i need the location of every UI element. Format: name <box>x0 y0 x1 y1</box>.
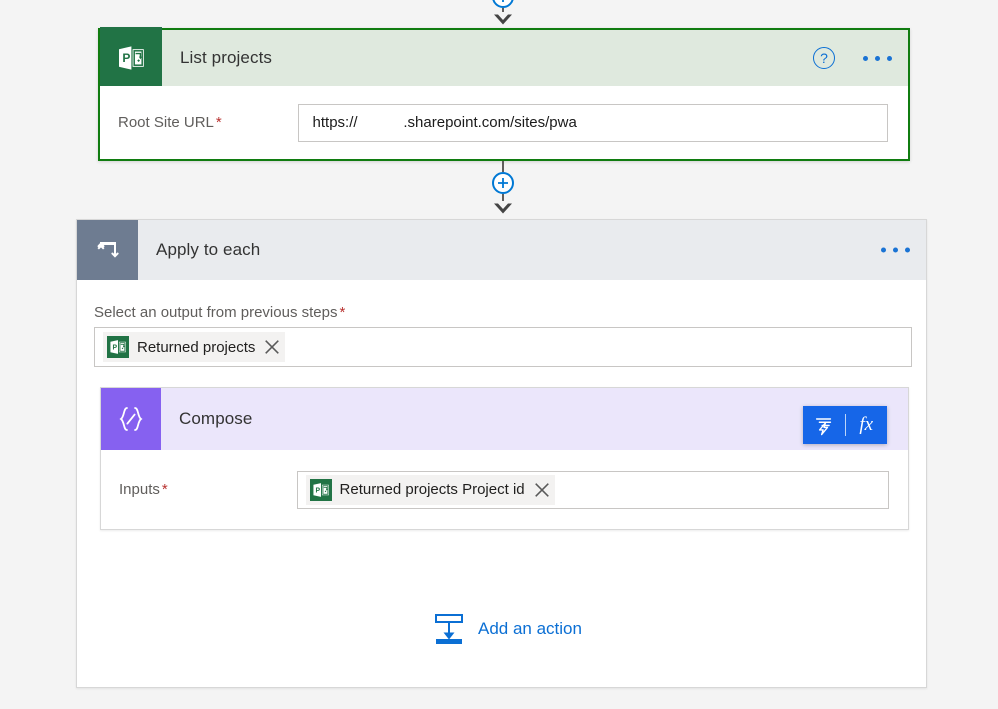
token-label: Returned projects <box>137 338 256 356</box>
connector-arrow-top <box>494 14 512 25</box>
loop-icon <box>77 220 138 280</box>
required-marker: * <box>161 481 168 498</box>
token-label: Returned projects Project id <box>339 481 525 498</box>
add-an-action-button[interactable]: Add an action <box>434 613 582 645</box>
svg-text:P: P <box>122 51 130 65</box>
flow-designer-canvas: P List projects ? Root Site URL * https:… <box>0 0 998 709</box>
card-header-actions: ? <box>813 47 894 69</box>
insert-step-button-top[interactable] <box>492 0 514 8</box>
card-header-list-projects[interactable]: P List projects ? <box>100 27 908 89</box>
compose-braces-icon <box>101 388 161 450</box>
dynamic-content-flyout[interactable]: fx <box>803 406 887 444</box>
close-icon[interactable] <box>533 481 551 499</box>
overflow-menu-list-projects[interactable] <box>861 50 894 67</box>
inputs-field[interactable]: P Returned projects Project id <box>296 470 889 509</box>
url-redacted-gap <box>358 114 404 131</box>
connector-arrow-middle <box>494 203 512 214</box>
required-marker: * <box>339 304 346 321</box>
svg-text:P: P <box>113 344 118 351</box>
dynamic-content-button[interactable] <box>803 406 845 444</box>
card-compose[interactable]: Compose Inputs * P Returned projects Pro… <box>100 387 909 530</box>
connector-top <box>473 0 533 28</box>
root-site-url-input[interactable]: https:// .sharepoint.com/sites/pwa <box>297 103 888 142</box>
card-body-list-projects: Root Site URL * https:// .sharepoint.com/… <box>100 86 908 159</box>
card-header-apply-to-each[interactable]: Apply to each <box>77 220 926 280</box>
select-output-input[interactable]: P Returned projects <box>94 327 912 367</box>
inputs-label: Inputs * <box>119 481 168 498</box>
connector-middle <box>473 161 533 223</box>
card-list-projects[interactable]: P List projects ? Root Site URL * https:… <box>98 27 910 161</box>
expression-button[interactable]: fx <box>845 406 887 444</box>
add-an-action-label: Add an action <box>478 619 582 638</box>
svg-text:P: P <box>315 487 320 494</box>
token-returned-projects[interactable]: P Returned projects <box>103 332 286 362</box>
card-body-compose: Inputs * P Returned projects Project id <box>101 450 908 529</box>
close-icon[interactable] <box>263 338 281 356</box>
card-apply-to-each[interactable]: Apply to each Select an output from prev… <box>76 219 927 688</box>
microsoft-project-icon: P <box>100 27 162 89</box>
lightning-bolt-icon <box>815 418 831 436</box>
select-output-section: Select an output from previous steps * P … <box>94 304 912 367</box>
url-prefix-text: https:// <box>312 114 358 131</box>
token-returned-projects-project-id[interactable]: P Returned projects Project id <box>305 474 555 505</box>
help-icon[interactable]: ? <box>813 47 835 69</box>
card-title-compose: Compose <box>179 409 253 428</box>
card-title-apply-to-each: Apply to each <box>156 240 261 259</box>
overflow-menu-apply-to-each[interactable] <box>879 242 912 259</box>
microsoft-project-icon: P <box>107 336 129 358</box>
url-suffix-text: .sharepoint.com/sites/pwa <box>403 114 577 131</box>
add-action-icon <box>435 614 463 644</box>
card-header-actions-loop <box>879 242 912 259</box>
select-output-label: Select an output from previous steps * <box>94 304 346 321</box>
fx-label: fx <box>859 414 874 435</box>
insert-step-button-middle[interactable] <box>492 172 514 194</box>
microsoft-project-icon: P <box>309 478 332 501</box>
card-title-list-projects: List projects <box>180 48 273 67</box>
root-site-url-label: Root Site URL * <box>118 114 222 131</box>
connector-line-top <box>502 161 504 172</box>
card-header-compose[interactable]: Compose <box>101 388 908 450</box>
required-marker: * <box>215 114 222 131</box>
